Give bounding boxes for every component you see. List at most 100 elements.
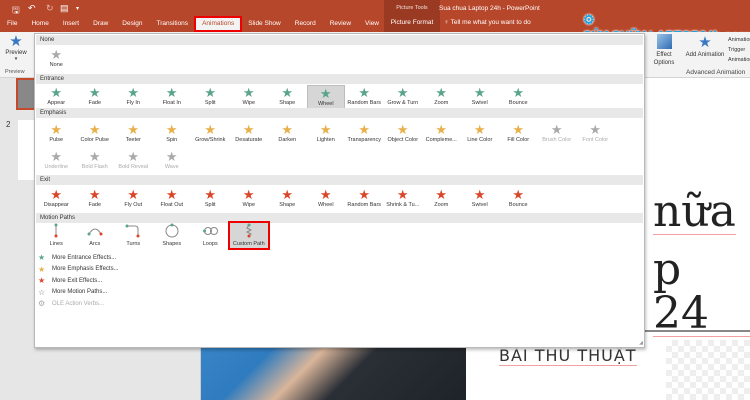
emphasis-star-icon: ★ [165,149,178,164]
entrance-star-icon: ★ [242,85,255,100]
trigger-button[interactable]: Trigger [728,45,750,55]
none-effect-none[interactable]: ★ None [37,47,76,72]
menu-item-more-exit-effects[interactable]: ★ More Exit Effects... [38,276,102,285]
entrance-effect-zoom[interactable]: ★ Zoom [422,85,461,110]
exit-effect-disappear[interactable]: ★ Disappear [37,187,76,212]
exit-effect-shape[interactable]: ★ Shape [268,187,307,212]
menu-item-more-emphasis-effects[interactable]: ★ More Emphasis Effects... [38,265,119,274]
tell-me-search[interactable]: ♀ Tell me what you want to do [444,19,531,26]
motion-effect-lines[interactable]: Lines [37,223,76,248]
entrance-effect-bounce[interactable]: ★ Bounce [499,85,538,110]
tab-draw[interactable]: Draw [86,17,115,31]
entrance-effect-swivel[interactable]: ★ Swivel [461,85,500,110]
entrance-effect-random-bars[interactable]: ★ Random Bars [345,85,384,110]
exit-star-icon: ★ [319,187,332,202]
tab-view[interactable]: View [358,17,386,31]
menu-item-more-entrance-effects[interactable]: ★ More Entrance Effects... [38,253,116,262]
entrance-effect-shape[interactable]: ★ Shape [268,85,307,110]
emphasis-effect-underline[interactable]: ★ Underline [37,149,76,174]
entrance-effect-float-in[interactable]: ★ Float In [153,85,192,110]
effect-label: Disappear [43,202,69,208]
emphasis-effect-line-color[interactable]: ★ Line Color [461,122,500,147]
emphasis-effect-color-pulse[interactable]: ★ Color Pulse [76,122,115,147]
entrance-star-icon: ★ [473,85,486,100]
tab-file[interactable]: File [0,17,24,31]
emphasis-effect-transparency[interactable]: ★ Transparency [345,122,384,147]
tab-insert[interactable]: Insert [56,17,86,31]
exit-effect-split[interactable]: ★ Split [191,187,230,212]
exit-effect-swivel[interactable]: ★ Swivel [461,187,500,212]
exit-effect-float-out[interactable]: ★ Float Out [153,187,192,212]
exit-effect-wheel[interactable]: ★ Wheel [307,187,346,212]
motion-effect-custom-path[interactable]: Custom Path [227,221,270,250]
entrance-effect-fade[interactable]: ★ Fade [76,85,115,110]
exit-effect-zoom[interactable]: ★ Zoom [422,187,461,212]
emphasis-effect-pulse[interactable]: ★ Pulse [37,122,76,147]
emphasis-effect-spin[interactable]: ★ Spin [153,122,192,147]
emphasis-effect-bold-flash[interactable]: ★ Bold Flash [76,149,115,174]
present-icon[interactable]: ▤ [60,3,69,14]
emphasis-effect-darken[interactable]: ★ Darken [268,122,307,147]
section-exit: Exit [36,175,643,185]
emphasis-effect-font-color[interactable]: ★ Font Color [576,122,615,147]
motion-effect-turns[interactable]: Turns [114,223,153,248]
tab-animations[interactable]: Animations [194,16,243,32]
exit-effect-fade[interactable]: ★ Fade [76,187,115,212]
advanced-animation-list: Animation Pane Trigger Animation Painter [728,35,750,65]
entrance-effect-grow-turn[interactable]: ★ Grow & Turn [384,85,423,110]
tab-slide-show[interactable]: Slide Show [241,17,288,31]
loop-path-icon [191,223,230,241]
entrance-effect-appear[interactable]: ★ Appear [37,85,76,110]
customize-qat-icon[interactable]: ▾ [76,5,79,12]
lightbulb-icon: ♀ [444,19,451,26]
emphasis-effect-lighten[interactable]: ★ Lighten [307,122,346,147]
menu-item-more-motion-paths[interactable]: ☆ More Motion Paths... [38,288,107,297]
exit-effect-bounce[interactable]: ★ Bounce [499,187,538,212]
emphasis-effect-compleme[interactable]: ★ Compleme... [422,122,461,147]
exit-effect-fly-out[interactable]: ★ Fly Out [114,187,153,212]
effect-label: Wipe [242,202,256,208]
add-animation-button[interactable]: ★ Add Animation [685,34,725,59]
ribbon-tabs: File Home Insert Draw Design Transitions Anima… [0,16,413,32]
emphasis-effect-grow-shrink[interactable]: ★ Grow/Shrink [191,122,230,147]
tab-home[interactable]: Home [24,17,55,31]
effect-label: Fade [88,202,102,208]
motion-effect-arcs[interactable]: Arcs [76,223,115,248]
none-star-icon: ★ [50,47,63,62]
emphasis-effect-object-color[interactable]: ★ Object Color [384,122,423,147]
entrance-effect-split[interactable]: ★ Split [191,85,230,110]
preview-button[interactable]: ★ Preview ▾ [3,33,29,63]
undo-icon[interactable]: ↶ [28,3,36,14]
tab-record[interactable]: Record [288,17,323,31]
entrance-effect-fly-in[interactable]: ★ Fly In [114,85,153,110]
emphasis-effect-teeter[interactable]: ★ Teeter [114,122,153,147]
resize-grip-icon[interactable]: ◢ [639,340,643,346]
emphasis-effect-fill-color[interactable]: ★ Fill Color [499,122,538,147]
slide-thumbnail-1[interactable] [16,78,36,110]
emphasis-effect-brush-color[interactable]: ★ Brush Color [538,122,577,147]
tab-transitions[interactable]: Transitions [150,17,196,31]
preview-star-icon: ★ [9,33,23,50]
tab-review[interactable]: Review [323,17,358,31]
motion-effect-shapes[interactable]: Shapes [153,223,192,248]
entrance-effect-wheel[interactable]: ★ Wheel [306,85,345,110]
emphasis-effect-bold-reveal[interactable]: ★ Bold Reveal [114,149,153,174]
tab-picture-format[interactable]: Picture Format [384,19,440,26]
redo-icon[interactable]: ↻ [46,3,54,14]
motion-effect-loops[interactable]: Loops [191,223,230,248]
exit-effect-shrink-tu[interactable]: ★ Shrink & Tu... [384,187,423,212]
exit-effect-random-bars[interactable]: ★ Random Bars [345,187,384,212]
picture-tools-context: Picture Tools Picture Format [384,0,440,32]
emphasis-effect-wave[interactable]: ★ Wave [153,149,192,174]
effect-label: Wheel [317,101,334,107]
animation-pane-button[interactable]: Animation Pane [728,35,750,45]
effect-label: Swivel [471,100,488,106]
effect-label: Darken [278,137,297,143]
exit-effect-wipe[interactable]: ★ Wipe [230,187,269,212]
effect-options-button[interactable]: Effect Options [648,34,680,67]
slide-number: 2 [6,120,11,129]
tab-design[interactable]: Design [115,17,149,31]
animation-painter-button[interactable]: Animation Painter [728,55,750,65]
emphasis-effect-desaturate[interactable]: ★ Desaturate [230,122,269,147]
entrance-effect-wipe[interactable]: ★ Wipe [230,85,269,110]
